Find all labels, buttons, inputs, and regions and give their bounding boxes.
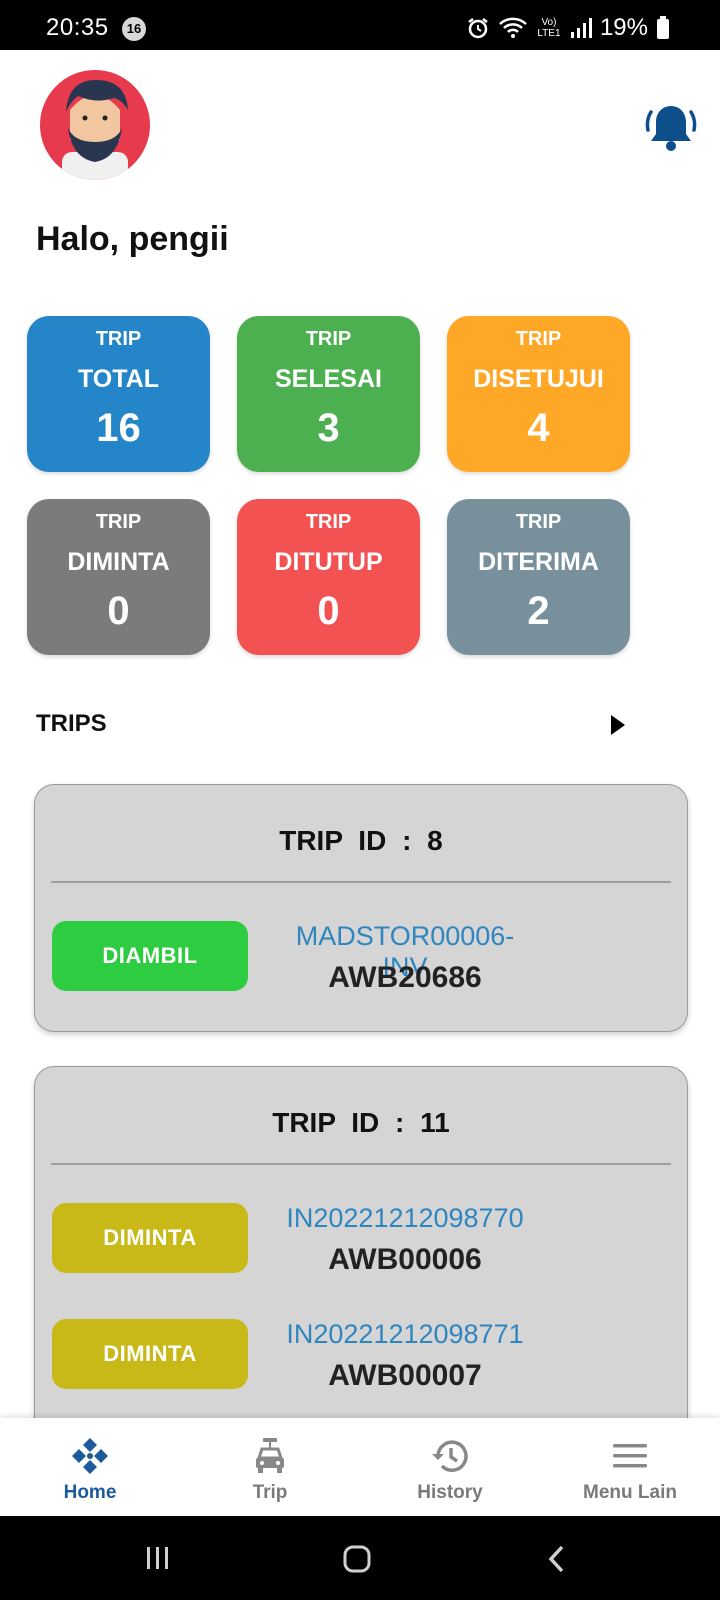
nav-label: Menu Lain bbox=[583, 1482, 677, 1503]
stat-tile-value: 2 bbox=[527, 589, 550, 633]
bell-body bbox=[651, 106, 691, 141]
status-bar: 20:35 16 Vo) LTE1 19% bbox=[0, 0, 720, 50]
home-icon bbox=[72, 1438, 108, 1474]
trip-item[interactable]: DIMINTA IN20221212098770 AWB00006 bbox=[35, 1165, 687, 1281]
stat-tile-caption: TRIP bbox=[515, 328, 562, 350]
nav-home[interactable]: Home bbox=[0, 1418, 180, 1516]
trips-section-title: TRIPS bbox=[36, 710, 107, 737]
awb-number: AWB00006 bbox=[328, 1243, 482, 1276]
invoice-number[interactable]: IN20221212098771 bbox=[275, 1319, 535, 1350]
stat-tile-disetujui[interactable]: TRIP DISETUJUI 4 bbox=[447, 316, 630, 472]
network-label: Vo) LTE1 bbox=[537, 17, 561, 39]
status-badge[interactable]: DIMINTA bbox=[52, 1203, 248, 1273]
history-icon bbox=[432, 1440, 468, 1472]
greeting-text: Halo, pengii bbox=[36, 220, 229, 258]
stat-tile-caption: TRIP bbox=[95, 328, 142, 350]
nav-label: History bbox=[417, 1482, 483, 1503]
trip-card[interactable]: TRIP ID : 11 DIMINTA IN20221212098770 AW… bbox=[34, 1066, 688, 1446]
trip-item[interactable]: DIMINTA IN20221212098771 AWB00007 bbox=[35, 1281, 687, 1397]
avatar[interactable] bbox=[40, 70, 150, 180]
recent-apps-icon[interactable] bbox=[144, 1544, 172, 1572]
alarm-icon bbox=[466, 16, 490, 40]
stat-tile-value: 0 bbox=[317, 589, 340, 633]
trip-card[interactable]: TRIP ID : 8 DIAMBIL MADSTOR00006-INV AWB… bbox=[34, 784, 688, 1032]
battery-percent: 19% bbox=[599, 14, 648, 41]
awb-number: AWB00007 bbox=[328, 1359, 482, 1392]
nav-menu-lain[interactable]: Menu Lain bbox=[540, 1418, 720, 1516]
signal-icon bbox=[570, 17, 592, 39]
status-icons: Vo) LTE1 19% bbox=[466, 14, 670, 42]
trip-item[interactable]: DIAMBIL MADSTOR00006-INV AWB20686 bbox=[35, 883, 687, 999]
stat-tile-caption: TRIP bbox=[305, 328, 352, 350]
stat-tile-total[interactable]: TRIP TOTAL 16 bbox=[27, 316, 210, 472]
stat-tile-value: 3 bbox=[317, 406, 340, 450]
notification-count-badge: 16 bbox=[122, 17, 146, 41]
stat-tile-value: 16 bbox=[96, 406, 141, 450]
awb-number: AWB20686 bbox=[328, 961, 482, 994]
trip-card-title: TRIP ID : 8 bbox=[279, 825, 443, 856]
battery-icon bbox=[656, 16, 670, 40]
stat-tile-selesai[interactable]: TRIP SELESAI 3 bbox=[237, 316, 420, 472]
nav-history[interactable]: History bbox=[360, 1418, 540, 1516]
play-arrow-icon[interactable] bbox=[610, 714, 626, 736]
status-badge[interactable]: DIMINTA bbox=[52, 1319, 248, 1389]
stat-tile-value: 4 bbox=[527, 406, 550, 450]
stat-tile-value: 0 bbox=[107, 589, 130, 633]
bottom-navigation: Home Trip History Menu Lain bbox=[0, 1418, 720, 1516]
status-badge[interactable]: DIAMBIL bbox=[52, 921, 248, 991]
wifi-icon bbox=[498, 16, 528, 40]
stat-tile-caption: TRIP bbox=[305, 511, 352, 533]
stat-tile-diminta[interactable]: TRIP DIMINTA 0 bbox=[27, 499, 210, 655]
nav-label: Home bbox=[63, 1482, 117, 1503]
nav-label: Trip bbox=[252, 1482, 288, 1503]
bell-icon[interactable] bbox=[643, 100, 699, 156]
car-icon bbox=[256, 1438, 284, 1473]
menu-icon bbox=[613, 1444, 647, 1468]
stat-tile-caption: TRIP bbox=[95, 511, 142, 533]
home-button-icon[interactable] bbox=[342, 1544, 372, 1574]
trip-card-title: TRIP ID : 11 bbox=[272, 1107, 450, 1138]
stat-tile-label: DIMINTA bbox=[67, 548, 170, 576]
stat-tile-ditutup[interactable]: TRIP DITUTUP 0 bbox=[237, 499, 420, 655]
lte-icon: Vo) LTE1 bbox=[536, 17, 562, 39]
back-icon[interactable] bbox=[546, 1544, 566, 1574]
stats-grid: TRIP TOTAL 16 TRIP SELESAI 3 TRIP DISETU… bbox=[27, 316, 630, 655]
stat-tile-label: DISETUJUI bbox=[473, 365, 604, 393]
stat-tile-caption: TRIP bbox=[515, 511, 562, 533]
stat-tile-label: DITERIMA bbox=[478, 548, 599, 576]
stat-tile-diterima[interactable]: TRIP DITERIMA 2 bbox=[447, 499, 630, 655]
stat-tile-label: DITUTUP bbox=[274, 548, 383, 576]
system-navigation-bar bbox=[0, 1516, 720, 1600]
stat-tile-label: SELESAI bbox=[275, 365, 382, 393]
nav-trip[interactable]: Trip bbox=[180, 1418, 360, 1516]
status-time: 20:35 bbox=[46, 14, 109, 41]
invoice-number[interactable]: IN20221212098770 bbox=[275, 1203, 535, 1234]
stat-tile-label: TOTAL bbox=[77, 365, 159, 393]
